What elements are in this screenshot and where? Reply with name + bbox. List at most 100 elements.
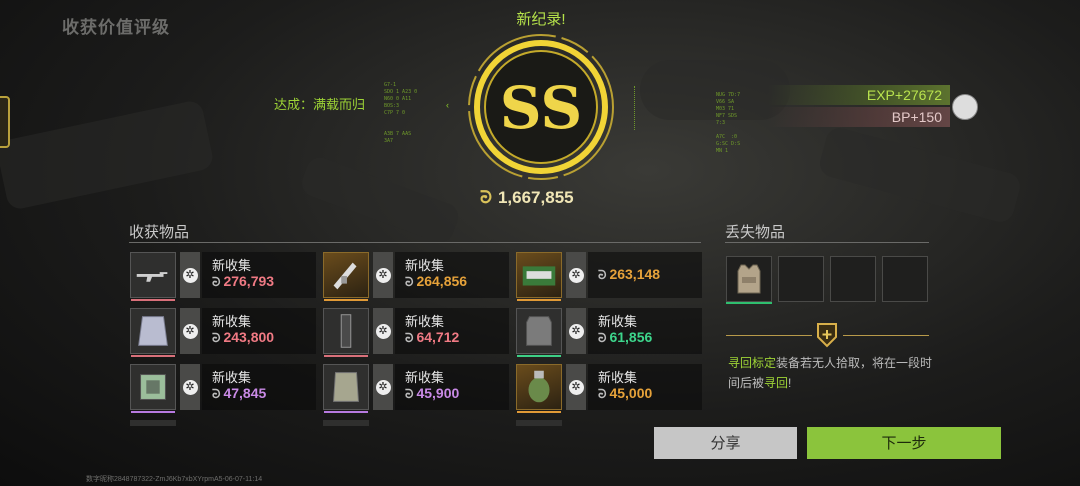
rarity-bar — [324, 411, 368, 413]
collected-item[interactable]: ✲ 新收集 ᘒ 45,900 — [323, 364, 509, 413]
currency-icon: ᘒ — [405, 387, 414, 401]
gear-badge: ✲ — [566, 364, 586, 410]
rating-text: SS — [500, 74, 583, 142]
hud-decor-left: G7-1 SDO 1 A23 0 N60 0 A11 BOS:3 C7P 7 0… — [384, 82, 418, 144]
next-button[interactable]: 下一步 — [807, 427, 1001, 459]
chip-icon — [140, 374, 166, 400]
avatar[interactable] — [952, 94, 978, 120]
currency-icon: ᘒ — [598, 268, 607, 282]
collected-item[interactable]: ✲ ᘒ 263,148 — [516, 252, 702, 301]
side-tab[interactable] — [0, 96, 10, 148]
collected-item[interactable]: ✲ 新收集 ᘒ 276,793 — [130, 252, 316, 301]
gear-badge: ✲ — [180, 252, 200, 298]
lost-item-slot[interactable] — [830, 256, 876, 302]
rarity-bar — [517, 299, 561, 301]
collected-item[interactable]: ✲ 新收集 ᘒ 243,800 — [130, 308, 316, 357]
ceramic-plate-icon — [333, 372, 359, 402]
item-value-number: 61,856 — [609, 329, 653, 345]
gear-badge: ✲ — [180, 364, 200, 410]
gear-badge: ✲ — [373, 308, 393, 354]
item-thumbnail[interactable] — [323, 252, 369, 301]
rarity-bar — [517, 411, 561, 413]
vest-icon — [526, 316, 552, 346]
currency-icon: ᘒ — [405, 275, 414, 289]
chevron-left-icon: ‹ — [446, 100, 449, 110]
armor-plate-icon — [138, 316, 168, 346]
item-label: 新收集 — [598, 370, 638, 385]
rarity-bar — [324, 355, 368, 357]
item-value: ᘒ 64,712 — [405, 329, 459, 346]
collected-item[interactable]: ✲ 新收集 ᘒ 47,845 — [130, 364, 316, 413]
gear-badge: ✲ — [566, 252, 586, 298]
item-value-number: 243,800 — [223, 329, 275, 345]
lost-item-rarity-bar — [726, 302, 772, 304]
share-button[interactable]: 分享 — [654, 427, 797, 459]
rarity-bar — [131, 355, 175, 357]
gear-icon: ✲ — [568, 323, 584, 339]
item-label: 新收集 — [405, 314, 445, 329]
total-value: ᘒ 1,667,855 — [480, 188, 574, 207]
item-value: ᘒ 61,856 — [598, 329, 652, 346]
gear-icon: ✲ — [182, 323, 198, 339]
new-record-label: 新纪录! — [516, 11, 566, 28]
rarity-bar — [131, 411, 175, 413]
collected-item[interactable]: ✲ 新收集 ᘒ 61,856 — [516, 308, 702, 357]
item-thumbnail[interactable] — [323, 308, 369, 357]
item-value: ᘒ 45,000 — [598, 385, 652, 402]
lost-item-slot[interactable] — [778, 256, 824, 302]
item-label: 新收集 — [212, 370, 252, 385]
item-value-number: 64,712 — [416, 329, 460, 345]
item-value: ᘒ 47,845 — [212, 385, 266, 402]
currency-icon: ᘒ — [598, 331, 607, 345]
item-thumbnail[interactable] — [516, 308, 562, 357]
item-label: 新收集 — [212, 314, 252, 329]
gear-icon: ✲ — [375, 267, 391, 283]
shield-plus-icon — [817, 323, 837, 348]
collected-item[interactable]: ✲ 新收集 ᘒ 45,000 — [516, 364, 702, 413]
item-value-number: 45,900 — [416, 385, 460, 401]
achievement-text: 达成：满载而归 — [274, 97, 366, 112]
rating-badge: SS — [468, 34, 614, 180]
note-divider-right — [843, 335, 929, 336]
gear-badge: ✲ — [373, 364, 393, 410]
grenade-icon — [528, 370, 550, 403]
rarity-bar — [517, 355, 561, 357]
item-thumbnail[interactable] — [323, 364, 369, 413]
collected-divider — [129, 242, 701, 243]
item-value-number: 276,793 — [223, 273, 275, 289]
item-value-number: 47,845 — [223, 385, 267, 401]
lost-title: 丢失物品 — [725, 224, 786, 241]
item-thumbnail[interactable] — [516, 364, 562, 413]
page-title: 收获价值评级 — [62, 18, 170, 37]
gear-badge: ✲ — [180, 308, 200, 354]
collected-item[interactable]: ✲ 新收集 ᘒ 64,712 — [323, 308, 509, 357]
hud-decor-right: NUG 7D:7 V66 SA M03 71 NF7 SDS 7:3 A7C :… — [716, 92, 741, 154]
rarity-bar — [131, 299, 175, 301]
currency-icon: ᘒ — [212, 387, 221, 401]
lost-item-slot[interactable] — [726, 256, 772, 302]
lost-item-slot[interactable] — [882, 256, 928, 302]
collected-item[interactable]: ✲ 新收集 ᘒ 264,856 — [323, 252, 509, 301]
truncated-thumb — [323, 420, 369, 426]
truncated-thumb — [516, 420, 562, 426]
item-value-number: 45,000 — [609, 385, 653, 401]
item-thumbnail[interactable] — [516, 252, 562, 301]
item-value: ᘒ 45,900 — [405, 385, 459, 402]
note-divider-left — [726, 335, 812, 336]
currency-icon: ᘒ — [405, 331, 414, 345]
item-value: ᘒ 264,856 — [405, 273, 467, 290]
item-thumbnail[interactable] — [130, 364, 176, 413]
vest-icon — [737, 264, 761, 294]
exp-reward: EXP+27672 — [768, 85, 950, 105]
footer-id: 数字昵称2848787322-ZmJ6Kb7xbXYrpmA5-06-07-11… — [86, 476, 263, 483]
ammo-box-icon — [522, 266, 556, 286]
item-value-number: 263,148 — [609, 266, 661, 282]
item-value-number: 264,856 — [416, 273, 468, 289]
item-thumbnail[interactable] — [130, 252, 176, 301]
item-value: ᘒ 243,800 — [212, 329, 274, 346]
currency-icon: ᘒ — [212, 331, 221, 345]
magazine-icon — [340, 314, 352, 348]
item-label: 新收集 — [598, 314, 638, 329]
item-thumbnail[interactable] — [130, 308, 176, 357]
rifle-icon — [136, 272, 168, 282]
